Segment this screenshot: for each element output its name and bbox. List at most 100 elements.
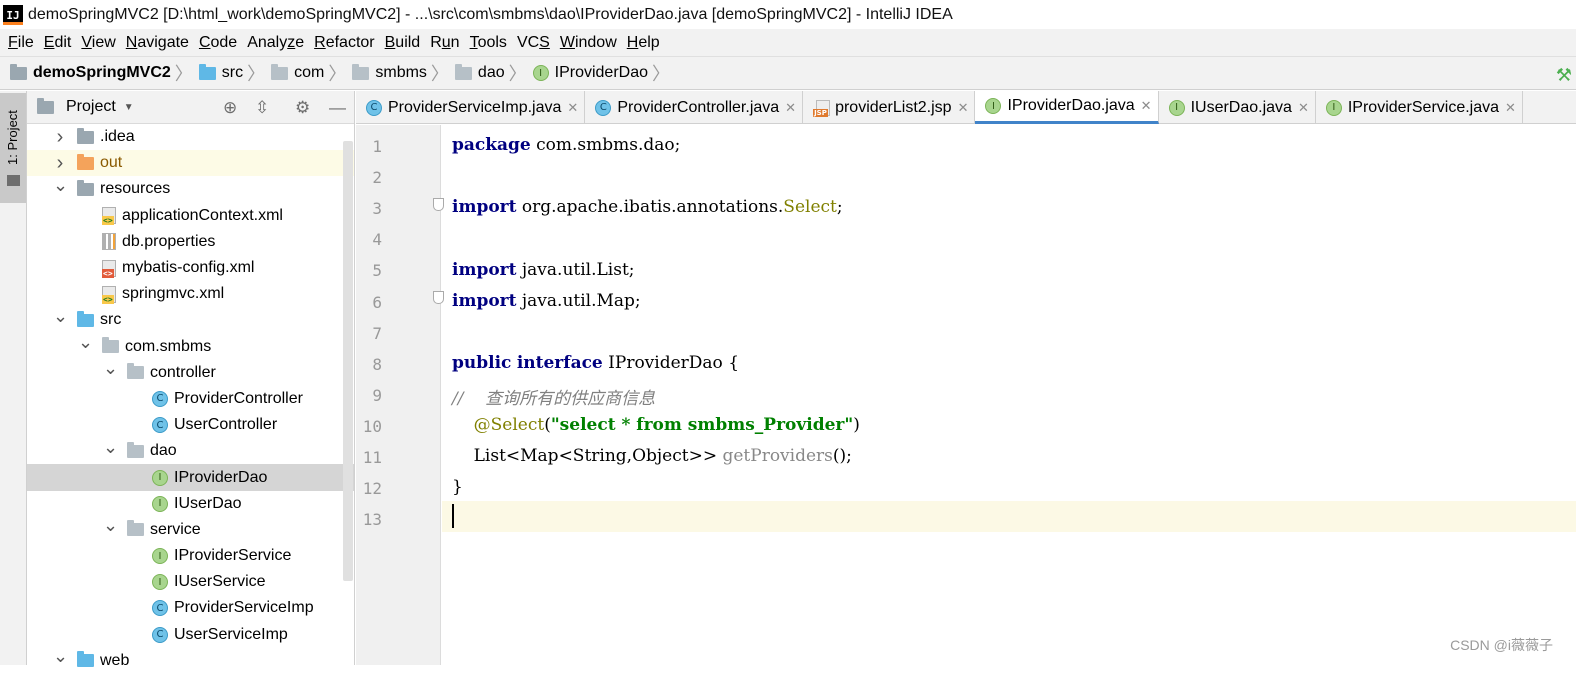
tree-item[interactable]: ⌄ web [27, 646, 354, 674]
chevron-down-icon[interactable]: ⌄ [103, 358, 118, 379]
editor-tab[interactable]: providerList2.jsp ✕ [803, 91, 976, 124]
tree-item[interactable]: I IProviderService [27, 543, 354, 569]
chevron-right-icon[interactable]: › [53, 152, 67, 175]
minimize-icon[interactable]: — [329, 98, 346, 118]
tree-item[interactable]: I IUserService [27, 569, 354, 595]
tree-item[interactable]: mybatis-config.xml [27, 255, 354, 281]
tree-item[interactable]: I IProviderDao [27, 464, 354, 491]
tree-item[interactable]: C UserServiceImp [27, 622, 354, 648]
chevron-down-icon[interactable]: ⌄ [103, 437, 118, 458]
tree-item-label: web [100, 651, 130, 669]
close-icon[interactable]: ✕ [567, 100, 578, 116]
build-hammer-icon[interactable]: ⚒ [1556, 65, 1572, 86]
project-scrollbar[interactable] [343, 141, 353, 581]
breadcrumb-dao[interactable]: dao [454, 63, 505, 82]
package-icon [127, 441, 144, 458]
tree-item-label: UserServiceImp [174, 625, 288, 643]
tree-item-label: mybatis-config.xml [122, 259, 255, 277]
code-line-9: // 查询所有的供应商信息 [452, 389, 656, 409]
line-number: 9 [372, 385, 382, 405]
tree-item-label: IProviderService [174, 547, 292, 565]
interface-icon: I [152, 548, 168, 565]
close-icon[interactable]: ✕ [1505, 100, 1516, 116]
tab-label: IUserDao.java [1190, 98, 1292, 116]
breadcrumb-smbms[interactable]: smbms [352, 63, 427, 82]
tree-item[interactable]: › out [27, 150, 354, 177]
tree-item[interactable]: C ProviderController [27, 386, 354, 412]
menu-item[interactable]: Refactor [309, 34, 379, 52]
menu-item[interactable]: Window [555, 34, 622, 52]
tree-item[interactable]: ⌄ dao [27, 437, 354, 464]
menu-item[interactable]: Tools [465, 34, 512, 52]
line-number: 7 [372, 323, 382, 343]
mybatis-file-icon [102, 259, 116, 278]
tree-item[interactable]: ⌄ com.smbms [27, 332, 354, 360]
tree-item-label: IUserDao [174, 494, 242, 512]
project-tree: › .idea › out ⌄ resources applicationContext.x… [27, 124, 354, 674]
menu-item[interactable]: Run [425, 34, 464, 52]
gear-icon[interactable]: ⚙ [295, 98, 310, 118]
source-folder-icon [77, 651, 94, 668]
locate-crosshair-icon[interactable]: ⊕ [223, 98, 237, 118]
tree-item[interactable]: applicationContext.xml [27, 203, 354, 229]
properties-file-icon [102, 233, 116, 251]
editor-tab[interactable]: C ProviderController.java ✕ [585, 91, 804, 124]
chevron-down-icon[interactable]: ⌄ [103, 515, 118, 536]
chevron-down-icon[interactable]: ⌄ [78, 332, 93, 353]
menu-item[interactable]: File [3, 34, 39, 52]
breadcrumb-com[interactable]: com [271, 63, 324, 82]
menu-item[interactable]: Analyze [242, 34, 309, 52]
breadcrumb-project[interactable]: demoSpringMVC2 [10, 63, 171, 82]
code-line-6: import java.util.Map; [452, 291, 641, 311]
class-icon: C [152, 600, 168, 617]
menu-item[interactable]: Navigate [121, 34, 194, 52]
tree-item[interactable]: ⌄ src [27, 306, 354, 333]
breadcrumb-label: dao [477, 64, 505, 81]
tree-item[interactable]: springmvc.xml [27, 281, 354, 307]
chevron-down-icon[interactable]: ⌄ [53, 306, 68, 327]
breadcrumb-src[interactable]: src [198, 63, 243, 82]
fold-marker-icon[interactable] [433, 291, 444, 304]
code-line-3: import org.apache.ibatis.annotations.Sel… [452, 197, 843, 217]
tree-item[interactable]: ⌄ service [27, 515, 354, 543]
tree-item[interactable]: ⌄ resources [27, 175, 354, 202]
tab-label: ProviderServiceImp.java [388, 98, 562, 116]
fold-marker-icon[interactable] [433, 198, 444, 211]
class-icon: C [152, 626, 168, 643]
editor-tab[interactable]: C ProviderServiceImp.java ✕ [356, 91, 586, 124]
project-view-selector[interactable]: Project [66, 98, 116, 116]
tree-item[interactable]: db.properties [27, 229, 354, 255]
tree-item[interactable]: C UserController [27, 412, 354, 438]
tree-item-label: com.smbms [125, 337, 212, 355]
menu-item[interactable]: Code [194, 34, 242, 52]
project-tool-window-tab[interactable]: 1: Project [0, 93, 26, 203]
menu-item[interactable]: VCS [512, 34, 555, 52]
editor-tab[interactable]: I IProviderDao.java ✕ [975, 91, 1159, 124]
tree-item[interactable]: I IUserDao [27, 491, 354, 517]
menu-item[interactable]: Help [622, 34, 665, 52]
tree-item[interactable]: › .idea [27, 124, 354, 150]
breadcrumb-iproviderdao[interactable]: I IProviderDao [532, 64, 648, 82]
close-icon[interactable]: ✕ [785, 100, 796, 116]
collapse-all-icon[interactable]: ⇳ [255, 98, 269, 118]
tree-item-label: applicationContext.xml [122, 206, 283, 224]
code-editor[interactable]: 1 2 3 4 5 6 7 8 9 10 11 12 13 package com.smbms.dao;… [356, 125, 1576, 665]
line-number: 6 [372, 292, 382, 312]
menu-item[interactable]: Build [380, 34, 426, 52]
chevron-right-icon[interactable]: › [53, 126, 67, 149]
close-icon[interactable]: ✕ [1141, 98, 1152, 114]
breadcrumb-separator-icon: 〉 [508, 64, 527, 84]
menu-item[interactable]: Edit [39, 34, 77, 52]
editor-tab[interactable]: I IProviderService.java ✕ [1316, 91, 1523, 124]
watermark: CSDN @i薇薇子 [1450, 637, 1553, 653]
editor-tab[interactable]: I IUserDao.java ✕ [1159, 91, 1316, 124]
tree-item[interactable]: ⌄ controller [27, 358, 354, 386]
chevron-down-icon[interactable]: ⌄ [53, 175, 68, 196]
chevron-down-icon[interactable]: ▼ [124, 102, 134, 113]
tree-item[interactable]: C ProviderServiceImp [27, 595, 354, 621]
close-icon[interactable]: ✕ [958, 100, 969, 116]
close-icon[interactable]: ✕ [1298, 100, 1309, 116]
chevron-down-icon[interactable]: ⌄ [53, 646, 68, 667]
menu-item[interactable]: View [76, 34, 120, 52]
project-folder-icon [37, 97, 54, 114]
